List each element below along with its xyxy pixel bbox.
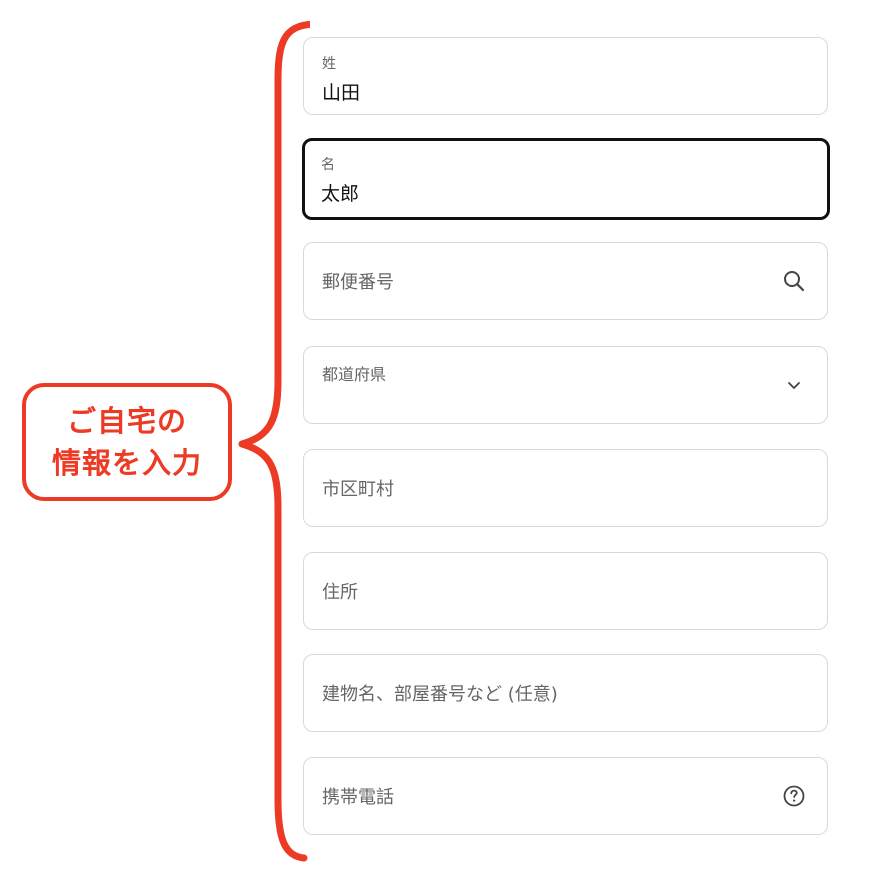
chevron-down-icon: [781, 372, 807, 398]
city-placeholder: 市区町村: [322, 479, 394, 500]
prefecture-label: 都道府県: [322, 365, 387, 384]
address-field[interactable]: 住所: [303, 552, 828, 630]
help-circle-icon[interactable]: [781, 783, 807, 809]
building-field[interactable]: 建物名、部屋番号など (任意): [303, 654, 828, 732]
first-name-value: 太郎: [321, 183, 360, 205]
phone-field[interactable]: 携帯電話: [303, 757, 828, 835]
city-field[interactable]: 市区町村: [303, 449, 828, 527]
annotation-callout: ご自宅の 情報を入力: [22, 383, 232, 501]
last-name-value: 山田: [322, 82, 361, 104]
search-icon[interactable]: [781, 268, 807, 294]
annotation-line-2: 情報を入力: [51, 446, 202, 480]
postal-code-placeholder: 郵便番号: [322, 272, 394, 293]
postal-code-field[interactable]: 郵便番号: [303, 242, 828, 320]
annotation-line-1: ご自宅の: [66, 404, 187, 438]
curly-brace-annotation: [238, 20, 310, 862]
last-name-label: 姓: [322, 56, 336, 72]
building-placeholder: 建物名、部屋番号など (任意): [322, 684, 558, 705]
first-name-field[interactable]: 名 太郎: [302, 138, 830, 220]
prefecture-select[interactable]: 都道府県: [303, 346, 828, 424]
first-name-label: 名: [321, 157, 335, 173]
phone-placeholder: 携帯電話: [322, 787, 394, 808]
last-name-field[interactable]: 姓 山田: [303, 37, 828, 115]
address-placeholder: 住所: [322, 582, 358, 603]
